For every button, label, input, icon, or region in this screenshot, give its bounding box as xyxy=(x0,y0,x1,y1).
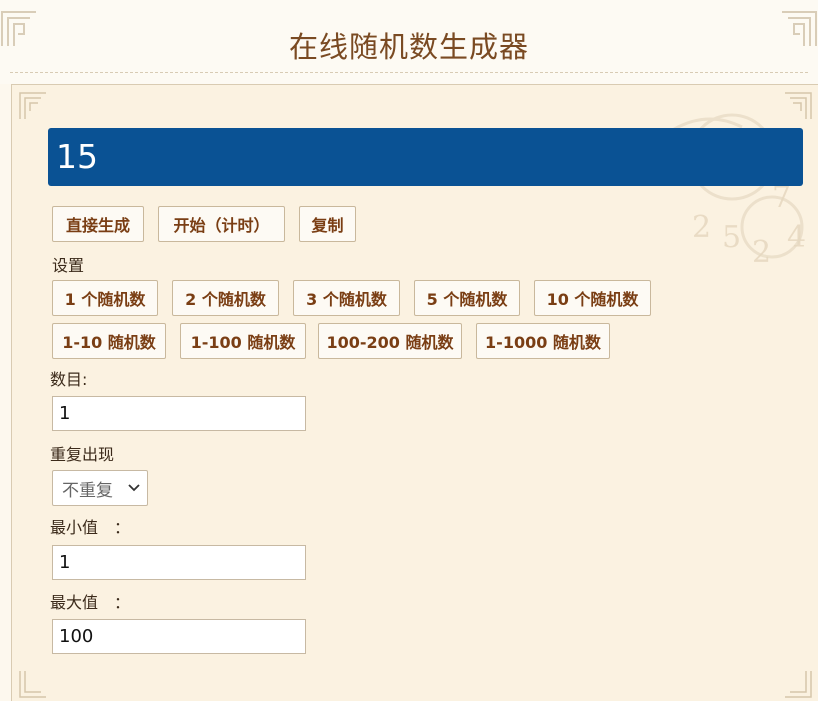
preset-count-3-button[interactable]: 3 个随机数 xyxy=(293,280,400,316)
repeat-select[interactable]: 不重复 xyxy=(52,470,148,506)
repeat-select-value: 不重复 xyxy=(62,480,113,501)
preset-range-100-200-button[interactable]: 100-200 随机数 xyxy=(318,323,462,359)
divider xyxy=(10,72,808,73)
min-input[interactable] xyxy=(52,545,306,580)
preset-range-1-100-button[interactable]: 1-100 随机数 xyxy=(180,323,306,359)
max-input[interactable] xyxy=(52,619,306,654)
preset-count-5-button[interactable]: 5 个随机数 xyxy=(414,280,520,316)
preset-count-1-button[interactable]: 1 个随机数 xyxy=(52,280,158,316)
ornament-corner-icon xyxy=(19,671,46,698)
ornament-corner-icon xyxy=(19,92,46,119)
svg-text:2: 2 xyxy=(692,210,711,245)
start-timed-button[interactable]: 开始（计时） xyxy=(158,206,285,242)
count-input[interactable] xyxy=(52,396,306,431)
copy-button[interactable]: 复制 xyxy=(299,206,356,242)
settings-heading: 设置 xyxy=(52,256,85,275)
chevron-down-icon xyxy=(128,484,140,492)
decorative-numbers-icon: 2 5 2 4 7 xyxy=(661,113,806,270)
header-bar: 在线随机数生成器 xyxy=(0,0,818,84)
preset-range-1-1000-button[interactable]: 1-1000 随机数 xyxy=(476,323,610,359)
preset-count-10-button[interactable]: 10 个随机数 xyxy=(534,280,651,316)
result-display: 15 xyxy=(48,128,803,186)
min-label: 最小值 ： xyxy=(50,518,131,537)
generate-button[interactable]: 直接生成 xyxy=(52,206,144,242)
repeat-label: 重复出现 xyxy=(50,445,115,464)
count-label: 数目: xyxy=(50,370,88,389)
ornament-corner-icon xyxy=(785,671,812,698)
page-title: 在线随机数生成器 xyxy=(288,30,529,64)
preset-range-1-10-button[interactable]: 1-10 随机数 xyxy=(52,323,166,359)
preset-count-2-button[interactable]: 2 个随机数 xyxy=(172,280,279,316)
svg-text:5: 5 xyxy=(722,220,741,255)
svg-text:4: 4 xyxy=(787,220,806,255)
max-label: 最大值 ： xyxy=(50,593,131,612)
svg-text:2: 2 xyxy=(752,235,771,270)
